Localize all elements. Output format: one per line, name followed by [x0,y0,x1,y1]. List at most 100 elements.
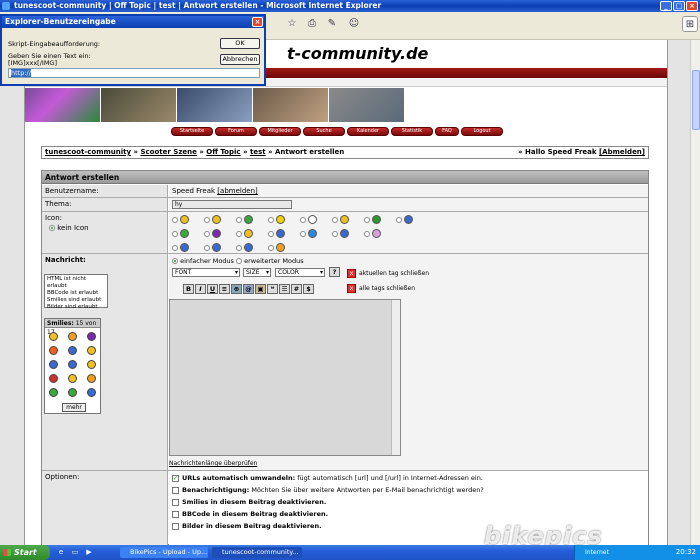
icon-option-radio[interactable] [300,231,306,237]
icon-option-radio[interactable] [236,231,242,237]
icon-option-radio[interactable] [300,217,306,223]
icon-option[interactable] [268,215,288,225]
smilie-icon[interactable] [87,346,96,355]
icon-option[interactable] [236,215,256,225]
smilie-icon[interactable] [87,332,96,341]
dialog-ok-button[interactable]: OK [220,38,260,49]
dialog-close-button[interactable]: × [252,17,263,27]
smilie-icon[interactable] [68,374,77,383]
icon-option-radio[interactable] [172,217,178,223]
messenger-icon[interactable]: ☺ [346,16,362,32]
smilie-icon[interactable] [49,388,58,397]
disable-smilies-checkbox[interactable] [172,498,179,506]
icon-option[interactable] [268,243,288,253]
ie-quicklaunch-icon[interactable]: e [56,547,66,557]
icon-option-radio[interactable] [268,231,274,237]
close-all-tags-button[interactable]: x [347,284,356,293]
nav-logout[interactable]: Logout [461,127,503,136]
advanced-mode-radio[interactable] [236,258,243,264]
breadcrumb-home[interactable]: tunescoot-community [45,148,131,156]
smilie-icon[interactable] [68,332,77,341]
icon-option-radio[interactable] [396,217,402,223]
list-icon[interactable]: ☰ [279,284,290,294]
scrollbar-thumb[interactable] [692,70,700,130]
dialog-input[interactable]: http:// [8,68,260,78]
page-scrollbar[interactable] [690,40,700,545]
icon-option-radio[interactable] [236,245,242,251]
icon-option[interactable] [172,243,192,253]
help-icon[interactable]: ? [329,267,340,277]
php-icon[interactable]: $ [303,284,314,294]
smilie-icon[interactable] [49,346,58,355]
username-abmelden-link[interactable]: [abmelden] [217,187,257,195]
quote-icon[interactable]: ❝ [267,284,278,294]
icon-option-radio[interactable] [172,245,178,251]
icon-option-radio[interactable] [364,231,370,237]
icon-option[interactable] [172,229,192,239]
code-icon[interactable]: # [291,284,302,294]
italic-button[interactable]: I [195,284,206,294]
breadcrumb-off-topic[interactable]: Off Topic [206,148,240,156]
icon-option-radio[interactable] [204,245,210,251]
more-smilies-button[interactable]: mehr [62,403,86,412]
icon-option-radio[interactable] [332,217,338,223]
icon-option[interactable] [396,215,416,225]
auto-url-checkbox[interactable]: ✓ [172,474,179,482]
center-icon[interactable]: ≡ [219,284,230,294]
minimize-button[interactable]: _ [660,1,672,11]
icon-option[interactable] [332,215,352,225]
close-window-button[interactable]: × [686,1,698,11]
icon-option-radio[interactable] [364,217,370,223]
simple-mode-radio[interactable] [172,258,178,264]
icon-option-radio[interactable] [204,217,210,223]
disable-bbcode-checkbox[interactable] [172,510,179,518]
desktop-quicklaunch-icon[interactable]: ▭ [70,547,80,557]
icon-option-radio[interactable] [332,231,338,237]
message-textarea[interactable] [169,299,401,456]
task-bikepics-upload[interactable]: BikePics - Upload - Up... [120,547,208,558]
nav-startseite[interactable]: Startseite [171,127,213,136]
icon-option[interactable] [364,215,384,225]
icon-none-radio[interactable] [49,225,55,231]
favorites-icon[interactable]: ☆ [284,16,300,32]
font-select[interactable]: FONT [172,268,240,277]
nav-statistik[interactable]: Statistik [391,127,433,136]
smilie-icon[interactable] [87,360,96,369]
image-icon[interactable]: ▣ [255,284,266,294]
breadcrumb-scooter-szene[interactable]: Scooter Szene [140,148,196,156]
icon-option[interactable] [204,215,224,225]
dialog-cancel-button[interactable]: Abbrechen [220,54,260,65]
icon-option-radio[interactable] [236,217,242,223]
nav-mitglieder[interactable]: Mitglieder [259,127,301,136]
icon-option[interactable] [300,229,320,239]
size-select[interactable]: SIZE [243,268,271,277]
smilie-icon[interactable] [87,388,96,397]
smilie-icon[interactable] [49,332,58,341]
url-icon[interactable]: ⊕ [231,284,242,294]
nav-forum[interactable]: Forum [215,127,257,136]
email-icon[interactable]: @ [243,284,254,294]
smilie-icon[interactable] [68,346,77,355]
icon-option[interactable] [332,229,352,239]
underline-button[interactable]: U [207,284,218,294]
icon-option-radio[interactable] [268,245,274,251]
icon-option-radio[interactable] [172,231,178,237]
nav-kalender[interactable]: Kalender [347,127,389,136]
maximize-button[interactable]: □ [673,1,685,11]
task-tunescoot[interactable]: tunescoot-community... [212,547,302,558]
icon-option[interactable] [204,243,224,253]
media-quicklaunch-icon[interactable]: ▶ [84,547,94,557]
start-button[interactable]: Start [0,545,50,560]
edit-icon[interactable]: ✎ [324,16,340,32]
close-current-tag-button[interactable]: x [347,269,356,278]
icon-option[interactable] [172,215,192,225]
color-select[interactable]: COLOR [275,268,325,277]
icon-option[interactable] [268,229,288,239]
nav-suche[interactable]: Suche [303,127,345,136]
smilie-icon[interactable] [49,360,58,369]
nav-faq[interactable]: FAQ [435,127,459,136]
disable-images-checkbox[interactable] [172,522,179,530]
subject-input[interactable]: hy [172,200,292,209]
smilie-icon[interactable] [68,360,77,369]
icon-option[interactable] [364,229,384,239]
